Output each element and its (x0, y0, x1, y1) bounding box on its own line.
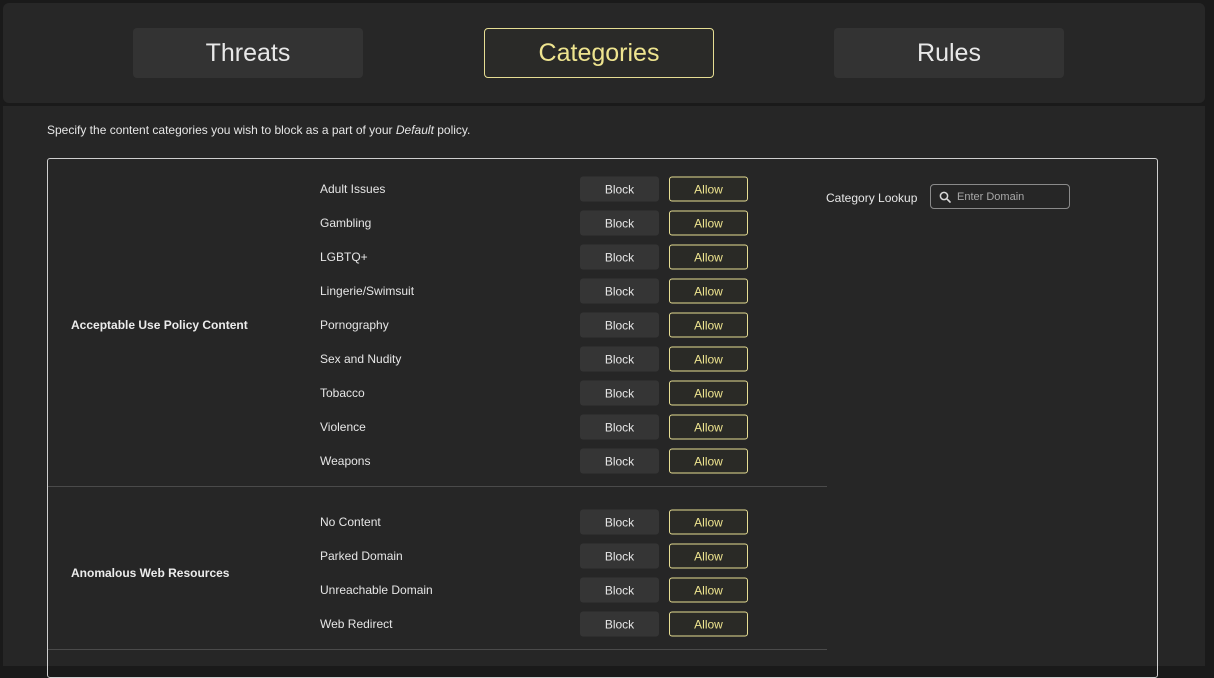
category-label: Sex and Nudity (320, 352, 402, 366)
block-button[interactable]: Block (580, 509, 659, 535)
block-button[interactable]: Block (580, 543, 659, 569)
category-row: Adult Issues Block Allow (48, 172, 827, 206)
block-button[interactable]: Block (580, 210, 659, 236)
category-group: Anomalous Web Resources No Content Block Al… (48, 486, 827, 650)
allow-button[interactable]: Allow (669, 509, 748, 535)
policy-name: Default (395, 123, 434, 137)
tab-threats[interactable]: Threats (133, 28, 363, 78)
category-row: Sex and Nudity Block Allow (48, 342, 827, 376)
allow-button[interactable]: Allow (669, 346, 748, 372)
block-button[interactable]: Block (580, 611, 659, 637)
category-row: Unreachable Domain Block Allow (48, 573, 827, 607)
allow-button[interactable]: Allow (669, 611, 748, 637)
category-lookup-field[interactable] (930, 184, 1070, 209)
tab-categories[interactable]: Categories (484, 28, 714, 78)
category-row: Parked Domain Block Allow (48, 539, 827, 573)
block-button[interactable]: Block (580, 346, 659, 372)
block-button[interactable]: Block (580, 244, 659, 270)
allow-button[interactable]: Allow (669, 176, 748, 202)
category-label: Tobacco (320, 386, 365, 400)
allow-button[interactable]: Allow (669, 278, 748, 304)
category-label: No Content (320, 515, 381, 529)
allow-button[interactable]: Allow (669, 244, 748, 270)
allow-button[interactable]: Allow (669, 380, 748, 406)
allow-button[interactable]: Allow (669, 312, 748, 338)
search-icon (939, 191, 951, 203)
block-button[interactable]: Block (580, 448, 659, 474)
block-button[interactable]: Block (580, 380, 659, 406)
tab-rules[interactable]: Rules (834, 28, 1064, 78)
allow-button[interactable]: Allow (669, 414, 748, 440)
allow-button[interactable]: Allow (669, 210, 748, 236)
category-group: Acceptable Use Policy Content Adult Issue… (48, 159, 827, 487)
category-tab-bar: Threats Categories Rules (3, 3, 1205, 103)
block-button[interactable]: Block (580, 414, 659, 440)
category-label: Adult Issues (320, 182, 386, 196)
category-lookup-label: Category Lookup (826, 191, 918, 205)
block-button[interactable]: Block (580, 176, 659, 202)
allow-button[interactable]: Allow (669, 448, 748, 474)
block-button[interactable]: Block (580, 312, 659, 338)
category-row: Pornography Block Allow (48, 308, 827, 342)
categories-content: Specify the content categories you wish … (3, 106, 1205, 678)
category-label: Gambling (320, 216, 372, 230)
category-row: Tobacco Block Allow (48, 376, 827, 410)
allow-button[interactable]: Allow (669, 577, 748, 603)
block-button[interactable]: Block (580, 577, 659, 603)
category-row: Lingerie/Swimsuit Block Allow (48, 274, 827, 308)
category-label: Violence (320, 420, 366, 434)
allow-button[interactable]: Allow (669, 543, 748, 569)
domain-lookup-input[interactable] (957, 190, 1057, 203)
category-label: Parked Domain (320, 549, 403, 563)
category-label: Lingerie/Swimsuit (320, 284, 415, 298)
category-label: Weapons (320, 454, 371, 468)
category-row: Web Redirect Block Allow (48, 607, 827, 641)
category-label: LGBTQ+ (320, 250, 368, 264)
category-label: Web Redirect (320, 617, 393, 631)
category-row: Violence Block Allow (48, 410, 827, 444)
category-row: LGBTQ+ Block Allow (48, 240, 827, 274)
category-label: Pornography (320, 318, 389, 332)
category-row: Gambling Block Allow (48, 206, 827, 240)
categories-panel: Acceptable Use Policy Content Adult Issue… (47, 158, 1158, 678)
page-description: Specify the content categories you wish … (47, 123, 471, 137)
category-label: Unreachable Domain (320, 583, 433, 597)
block-button[interactable]: Block (580, 278, 659, 304)
category-row: No Content Block Allow (48, 505, 827, 539)
category-row: Weapons Block Allow (48, 444, 827, 478)
